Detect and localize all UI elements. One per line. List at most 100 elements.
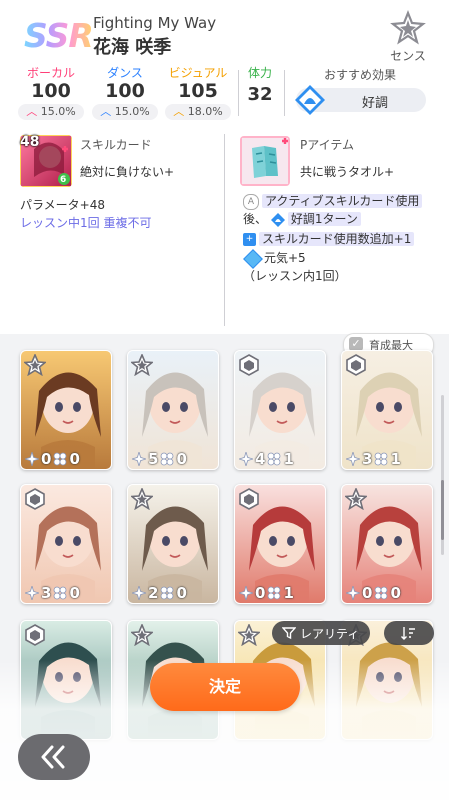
sense-type-icon xyxy=(238,624,260,646)
double-chevron-left-icon xyxy=(41,745,65,769)
star-count: 4 xyxy=(255,450,266,468)
dance-stat: ダンス 100 ︿ 15.0% xyxy=(88,66,162,120)
vocal-stat: ボーカル 100 ︿ 15.0% xyxy=(14,66,88,120)
sparkle-icon xyxy=(132,452,146,466)
visual-value: 105 xyxy=(178,80,218,102)
star-count: 0 xyxy=(255,584,266,602)
clover-icon xyxy=(268,452,281,466)
sparkle-icon xyxy=(239,586,253,600)
stamina-label: 体力 xyxy=(247,66,272,80)
vocal-label: ボーカル xyxy=(26,66,75,80)
visual-label: ビジュアル xyxy=(168,66,228,80)
effect-text: アクティブスキルカード使用 xyxy=(262,194,423,208)
rarity-badge: SSR xyxy=(24,16,94,55)
logic-type-icon xyxy=(346,354,366,376)
star-count: 0 xyxy=(41,450,52,468)
good-condition-icon xyxy=(295,85,325,115)
visual-bonus-value: 18.0% xyxy=(187,105,223,118)
filter-icon xyxy=(282,627,296,640)
divider xyxy=(238,70,239,116)
sense-plan-icon xyxy=(390,10,426,45)
clover-count: 1 xyxy=(390,450,401,468)
support-card[interactable]: 31 xyxy=(341,350,433,470)
dance-label: ダンス xyxy=(107,66,143,80)
sense-type-icon xyxy=(345,488,367,510)
clover-count: 0 xyxy=(176,450,187,468)
clover-icon xyxy=(161,586,174,600)
card-counts: 00 xyxy=(342,583,432,603)
vocal-bonus-value: 15.0% xyxy=(40,105,76,118)
section-divider xyxy=(224,134,225,326)
effect-text: （レッスン内1回） xyxy=(243,269,347,283)
logic-type-icon xyxy=(239,354,259,376)
card-counts: 31 xyxy=(342,449,432,469)
skill-card-parameter: パラメータ+48 xyxy=(20,198,105,212)
card-counts: 41 xyxy=(235,449,325,469)
vocal-value: 100 xyxy=(31,80,71,102)
character-name: 花海 咲季 xyxy=(93,37,172,58)
sparkle-icon xyxy=(346,452,360,466)
back-button[interactable] xyxy=(18,734,90,780)
checkbox-icon[interactable]: ✓ xyxy=(349,337,363,351)
idol-title: Fighting My Way xyxy=(93,14,217,32)
dance-bonus-value: 15.0% xyxy=(114,105,150,118)
skill-card-name: 絶対に負けない+ xyxy=(80,165,175,179)
sort-label: レアリティ xyxy=(300,627,360,641)
clover-icon xyxy=(375,452,388,466)
visual-stat: ビジュアル 105 ︿ 18.0% xyxy=(161,66,235,120)
sparkle-icon xyxy=(132,586,146,600)
scrollbar-thumb[interactable] xyxy=(441,480,444,540)
confirm-button[interactable]: 決定 xyxy=(150,663,300,711)
effect-text: 好調1ターン xyxy=(287,212,361,226)
skill-card-count-icon: + xyxy=(243,233,256,246)
sparkle-icon xyxy=(25,586,39,600)
sense-type-icon xyxy=(24,354,46,376)
dance-value: 100 xyxy=(105,80,145,102)
clover-icon xyxy=(54,586,67,600)
clover-icon xyxy=(161,452,174,466)
support-card[interactable]: 00 xyxy=(20,350,112,470)
support-card[interactable]: 00 xyxy=(341,484,433,604)
sense-type-icon xyxy=(131,354,153,376)
star-count: 0 xyxy=(362,584,373,602)
support-card[interactable]: 30 xyxy=(20,484,112,604)
sense-type-icon xyxy=(131,624,153,646)
p-item-effect-line: + スキルカード使用数追加+1 xyxy=(243,230,415,247)
sparkle-icon xyxy=(25,452,39,466)
p-item-name: 共に戦うタオル+ xyxy=(300,165,395,179)
recommended-effect-label: おすすめ効果 xyxy=(323,68,396,82)
active-type-icon: A xyxy=(243,193,259,210)
stamina-stat: 体力 32 xyxy=(242,66,278,110)
clover-count: 1 xyxy=(283,450,294,468)
card-counts: 30 xyxy=(21,583,111,603)
support-card[interactable]: 41 xyxy=(234,350,326,470)
clover-count: 0 xyxy=(69,584,80,602)
dance-bonus: ︿ 15.0% xyxy=(92,104,158,120)
visual-bonus: ︿ 18.0% xyxy=(165,104,231,120)
recommended-effect-value: 好調 xyxy=(361,96,388,111)
p-item-effect-line: （レッスン内1回） xyxy=(243,267,347,284)
effect-text: スキルカード使用数追加+1 xyxy=(259,232,415,246)
support-card[interactable]: 20 xyxy=(127,484,219,604)
p-item-effect-line: A アクティブスキルカード使用 xyxy=(243,192,423,210)
skill-card-cost: 48 xyxy=(20,134,40,150)
towel-icon xyxy=(240,136,290,186)
sparkle-icon xyxy=(239,452,253,466)
p-item-thumbnail[interactable] xyxy=(240,136,290,186)
card-counts: 01 xyxy=(235,583,325,603)
up-chevron-icon: ︿ xyxy=(100,105,112,118)
star-count: 5 xyxy=(148,450,159,468)
support-card[interactable]: 50 xyxy=(127,350,219,470)
star-count: 3 xyxy=(41,584,52,602)
clover-icon xyxy=(375,586,388,600)
sparkle-icon xyxy=(346,586,360,600)
vocal-bonus: ︿ 15.0% xyxy=(18,104,84,120)
up-chevron-icon: ︿ xyxy=(173,105,185,118)
card-counts: 20 xyxy=(128,583,218,603)
effect-text: 元気+5 xyxy=(264,251,306,265)
support-card[interactable]: 01 xyxy=(234,484,326,604)
star-count: 3 xyxy=(362,450,373,468)
logic-type-icon xyxy=(25,488,45,510)
skill-card-level: 6 xyxy=(60,175,67,185)
star-count: 2 xyxy=(148,584,159,602)
